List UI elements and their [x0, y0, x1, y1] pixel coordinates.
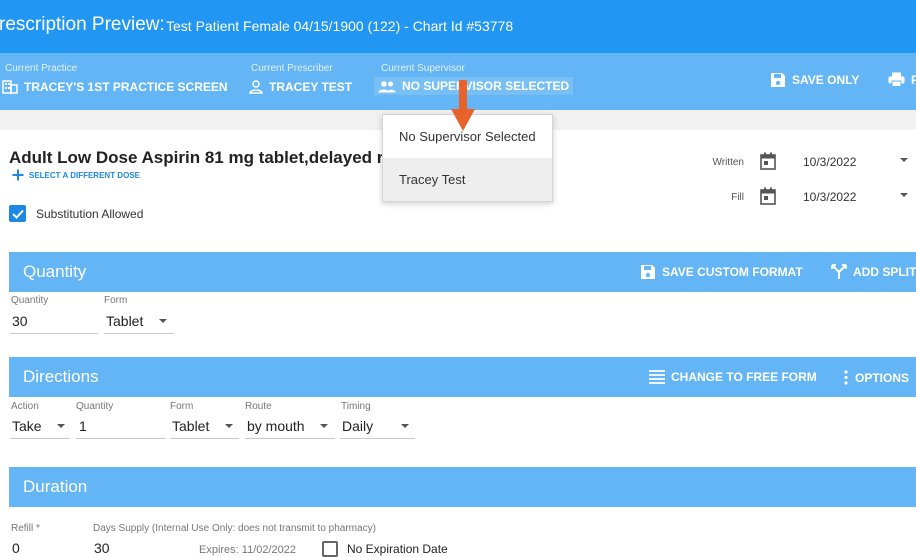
- quantity-section-header: Quantity SAVE CUSTOM FORMAT ADD SPLIT: [9, 252, 916, 292]
- drug-name: Adult Low Dose Aspirin 81 mg tablet,dela…: [9, 148, 384, 167]
- fill-date-dropdown-caret[interactable]: [900, 193, 908, 197]
- expires-text: Expires: 11/02/2022: [199, 544, 297, 556]
- change-to-free-form-button[interactable]: CHANGE TO FREE FORM: [649, 370, 817, 384]
- directions-form-label: Form: [170, 401, 194, 412]
- calendar-icon[interactable]: [760, 187, 776, 205]
- quantity-section-title: Quantity: [23, 262, 87, 281]
- change-to-free-form-label: CHANGE TO FREE FORM: [671, 370, 817, 384]
- directions-section-header: Directions CHANGE TO FREE FORM OPTIONS: [9, 357, 916, 397]
- quantity-label: Quantity: [11, 295, 49, 306]
- directions-form-underline: [170, 438, 239, 439]
- current-prescriber-value: TRACEY TEST: [269, 80, 353, 94]
- supervisor-option-tracey-test[interactable]: Tracey Test: [383, 158, 552, 201]
- route-select[interactable]: by mouth: [247, 418, 305, 434]
- written-date-dropdown-caret[interactable]: [900, 158, 908, 162]
- printer-icon: [888, 72, 905, 87]
- checkmark-icon: [11, 209, 24, 219]
- action-select[interactable]: Take: [12, 418, 42, 434]
- title-bar: rescription Preview: Test Patient Female…: [0, 0, 916, 53]
- directions-section-title: Directions: [23, 367, 99, 386]
- add-split-button[interactable]: ADD SPLIT: [831, 264, 916, 280]
- form-label: Form: [104, 295, 128, 306]
- form-dropdown-caret[interactable]: [159, 319, 167, 323]
- form-underline: [104, 333, 174, 334]
- substitution-allowed-checkbox[interactable]: [9, 205, 26, 222]
- calendar-icon[interactable]: [760, 152, 776, 170]
- duration-section-header: Duration: [9, 467, 916, 507]
- people-icon: [378, 80, 396, 92]
- refill-input[interactable]: 0: [12, 540, 20, 556]
- action-dropdown-caret[interactable]: [57, 424, 65, 428]
- directions-form-select[interactable]: Tablet: [172, 418, 209, 434]
- form-select[interactable]: Tablet: [106, 313, 143, 329]
- action-label: Action: [11, 401, 39, 412]
- quantity-input[interactable]: 30: [12, 313, 28, 329]
- building-icon: [2, 80, 18, 94]
- timing-underline: [340, 438, 415, 439]
- fill-date-value[interactable]: 10/3/2022: [803, 190, 856, 204]
- annotation-arrow-icon: [451, 80, 475, 131]
- timing-dropdown-caret[interactable]: [401, 424, 409, 428]
- current-practice-label: Current Practice: [5, 63, 78, 74]
- fill-date-row: Fill 10/3/2022: [700, 187, 916, 211]
- quantity-underline: [10, 333, 98, 334]
- options-button[interactable]: OPTIONS: [843, 370, 909, 385]
- save-icon: [771, 73, 785, 87]
- save-custom-format-label: SAVE CUSTOM FORMAT: [662, 265, 803, 279]
- timing-select[interactable]: Daily: [342, 418, 373, 434]
- directions-form-dropdown-caret[interactable]: [225, 424, 233, 428]
- timing-label: Timing: [341, 401, 371, 412]
- current-practice-selector[interactable]: TRACEY'S 1ST PRACTICE SCREEN: [2, 80, 228, 94]
- current-prescriber-label: Current Prescriber: [251, 63, 333, 74]
- refill-label: Refill *: [11, 523, 40, 534]
- days-supply-input[interactable]: 30: [94, 540, 110, 556]
- current-prescriber-selector[interactable]: TRACEY TEST: [249, 80, 352, 94]
- split-icon: [831, 264, 847, 279]
- save-only-button[interactable]: SAVE ONLY: [770, 72, 859, 88]
- route-underline: [245, 438, 335, 439]
- directions-quantity-input[interactable]: 1: [79, 418, 87, 434]
- print-button[interactable]: P: [888, 72, 916, 87]
- options-label: OPTIONS: [855, 370, 910, 385]
- written-label: Written: [712, 157, 745, 168]
- written-date-value[interactable]: 10/3/2022: [803, 155, 856, 169]
- directions-quantity-underline: [76, 438, 166, 439]
- action-underline: [10, 438, 70, 439]
- text-lines-icon: [649, 370, 665, 384]
- save-icon: [641, 265, 655, 279]
- save-only-label: SAVE ONLY: [792, 73, 860, 87]
- plus-icon: [12, 169, 24, 181]
- current-practice-value: TRACEY'S 1ST PRACTICE SCREEN: [24, 80, 228, 94]
- route-dropdown-caret[interactable]: [320, 424, 328, 428]
- select-different-dose-label: SELECT A DIFFERENT DOSE: [29, 170, 140, 180]
- more-vertical-icon: [844, 370, 848, 385]
- patient-info: Test Patient Female 04/15/1900 (122) - C…: [166, 18, 514, 34]
- fill-label: Fill: [731, 192, 744, 203]
- days-supply-label: Days Supply (Internal Use Only: does not…: [93, 523, 376, 534]
- current-supervisor-value: NO SUPERVISOR SELECTED: [402, 79, 570, 93]
- select-different-dose-link[interactable]: SELECT A DIFFERENT DOSE: [12, 169, 140, 181]
- no-expiration-label: No Expiration Date: [347, 542, 448, 556]
- substitution-allowed-label: Substitution Allowed: [36, 206, 144, 221]
- print-label: P: [911, 72, 916, 87]
- no-expiration-checkbox[interactable]: [322, 541, 338, 557]
- substitution-allowed-row[interactable]: Substitution Allowed: [9, 205, 143, 222]
- duration-section-title: Duration: [23, 477, 88, 496]
- person-icon: [249, 80, 263, 94]
- save-custom-format-button[interactable]: SAVE CUSTOM FORMAT: [640, 264, 803, 280]
- add-split-label: ADD SPLIT: [853, 265, 916, 279]
- written-date-row: Written 10/3/2022: [700, 152, 916, 176]
- route-label: Route: [245, 401, 272, 412]
- directions-quantity-label: Quantity: [76, 401, 114, 412]
- current-supervisor-label: Current Supervisor: [381, 63, 465, 74]
- page-title: rescription Preview:: [0, 14, 165, 35]
